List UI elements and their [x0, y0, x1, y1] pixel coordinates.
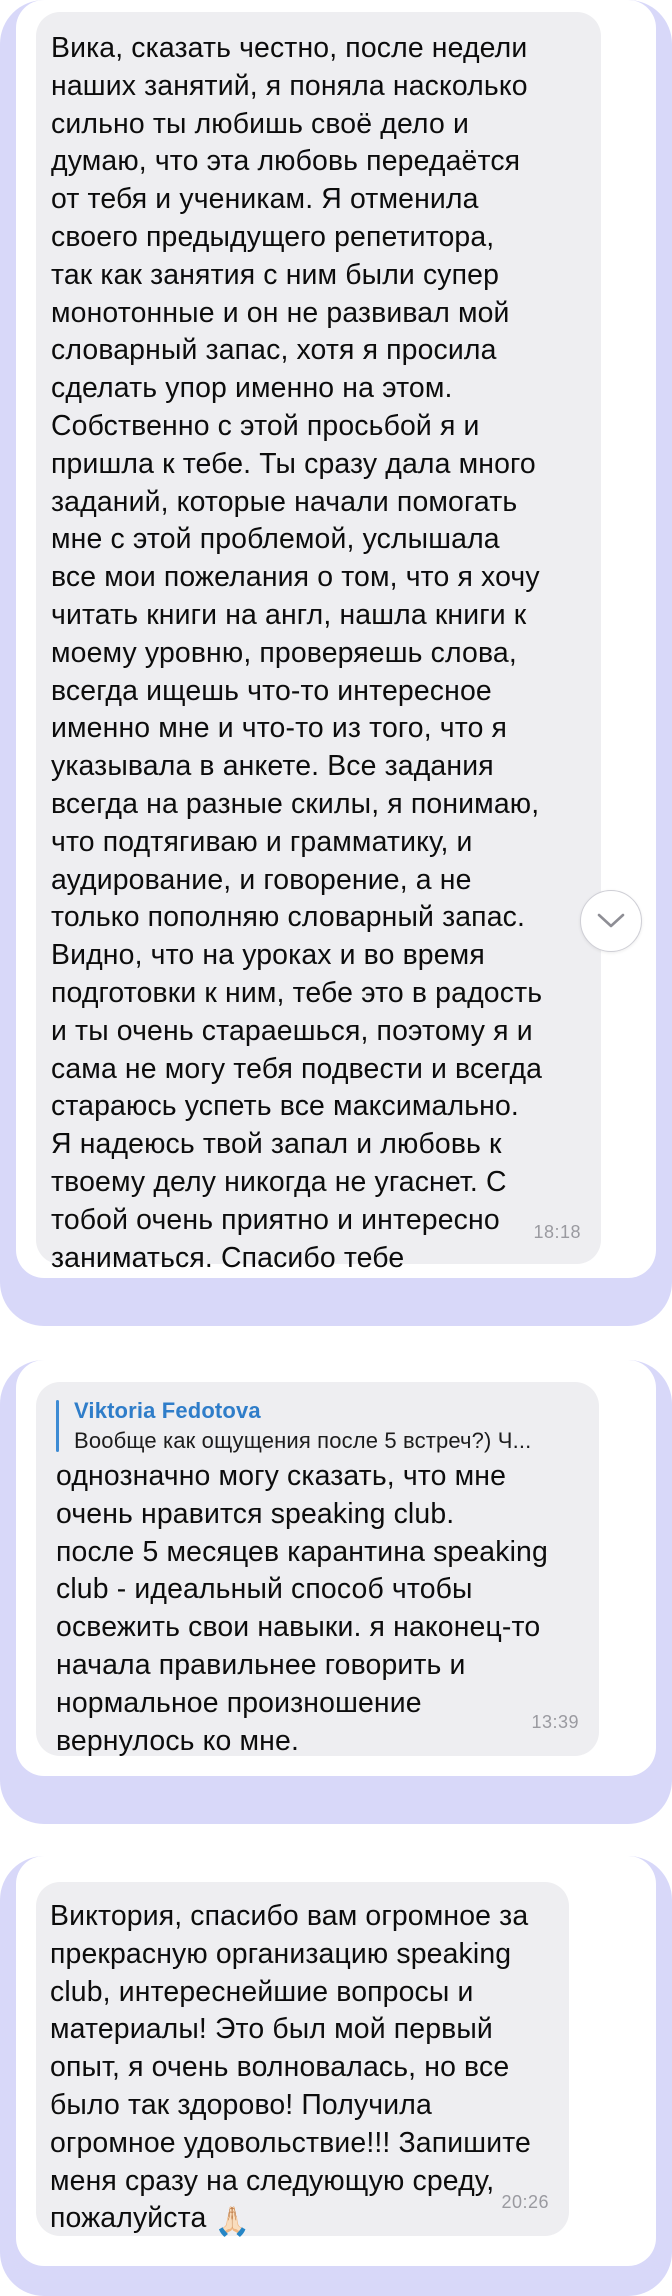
message-time: 18:18	[533, 1222, 581, 1243]
message-time: 20:26	[501, 2192, 549, 2213]
message-body: Виктория, спасибо вам огромное за прекра…	[50, 1900, 531, 2235]
reply-preview: Вообще как ощущения после 5 встреч?) Ч..…	[74, 1428, 532, 1453]
chat-panel-2: Viktoria Fedotova Вообще как ощущения по…	[16, 1360, 656, 1776]
reply-accent-bar	[56, 1400, 59, 1452]
message-bubble: Вика, сказать честно, после недели наших…	[36, 12, 601, 1274]
message-text: Вика, сказать честно, после недели наших…	[51, 32, 543, 1274]
review-card-3: Виктория, спасибо вам огромное за прекра…	[0, 1856, 672, 2296]
message-bubble: Виктория, спасибо вам огромное за прекра…	[36, 1882, 569, 2238]
reply-author: Viktoria Fedotova	[74, 1398, 261, 1423]
message-text: однозначно могу сказать, что мне очень н…	[56, 1460, 548, 1757]
chat-panel-1: Вика, сказать честно, после недели наших…	[16, 0, 656, 1278]
chat-panel-3: Виктория, спасибо вам огромное за прекра…	[16, 1856, 656, 2266]
message-bubble: Viktoria Fedotova Вообще как ощущения по…	[36, 1382, 599, 1757]
message-text: Виктория, спасибо вам огромное за прекра…	[50, 1898, 555, 2242]
message-time: 13:39	[531, 1712, 579, 1733]
review-card-1: Вика, сказать честно, после недели наших…	[0, 0, 672, 1326]
reply-quote[interactable]: Viktoria Fedotova Вообще как ощущения по…	[56, 1396, 585, 1456]
folded-hands-emoji-icon: 🙏🏻	[214, 2206, 250, 2239]
review-card-2: Viktoria Fedotova Вообще как ощущения по…	[0, 1360, 672, 1824]
scroll-down-button[interactable]	[580, 890, 642, 952]
chevron-down-icon	[597, 913, 625, 928]
